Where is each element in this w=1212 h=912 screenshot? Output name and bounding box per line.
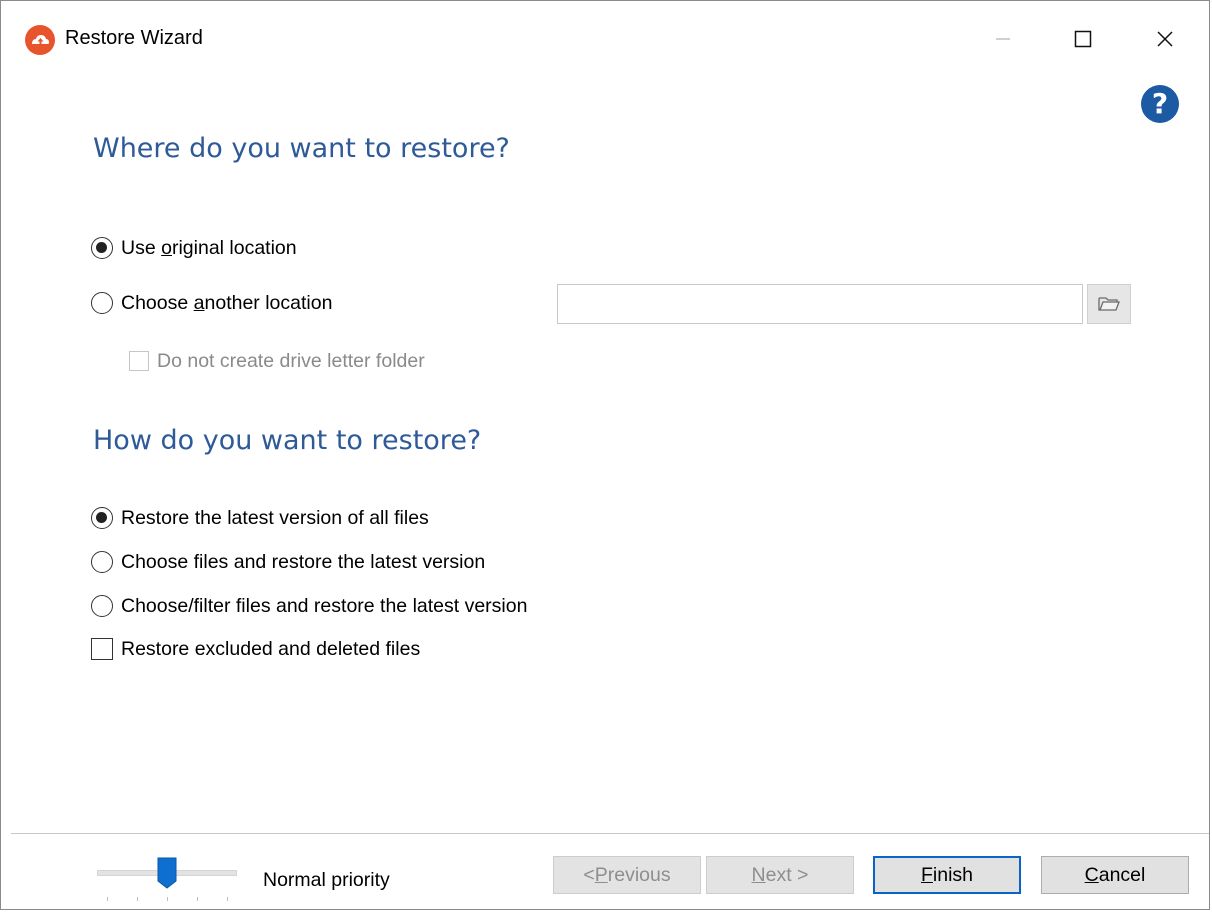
- backup-cloud-icon: [25, 25, 55, 55]
- choose-files-latest-radio[interactable]: [91, 551, 113, 573]
- maximize-icon: [1074, 30, 1092, 48]
- footer-divider: [11, 833, 1209, 834]
- choose-filter-files-latest-option[interactable]: Choose/filter files and restore the late…: [91, 591, 527, 621]
- use-original-location-label: Use original location: [121, 236, 297, 259]
- use-original-location-radio[interactable]: [91, 237, 113, 259]
- choose-another-location-label: Choose another location: [121, 291, 333, 314]
- use-original-location-option[interactable]: Use original location: [91, 233, 297, 263]
- location-heading: Where do you want to restore?: [93, 133, 510, 164]
- restore-method-heading: How do you want to restore?: [93, 425, 482, 456]
- next-button[interactable]: Next >: [706, 856, 854, 894]
- priority-slider-thumb[interactable]: [157, 857, 177, 889]
- no-drive-letter-folder-label: Do not create drive letter folder: [157, 349, 425, 372]
- choose-another-location-option[interactable]: Choose another location: [91, 288, 332, 318]
- previous-button[interactable]: < Previous: [553, 856, 701, 894]
- minimize-button[interactable]: [963, 1, 1043, 77]
- cancel-button[interactable]: Cancel: [1041, 856, 1189, 894]
- title-bar: Restore Wizard: [1, 1, 1209, 77]
- folder-open-icon: [1098, 297, 1120, 311]
- finish-button[interactable]: Finish: [873, 856, 1021, 894]
- help-icon[interactable]: ?: [1141, 85, 1179, 123]
- choose-files-latest-label: Choose files and restore the latest vers…: [121, 550, 486, 573]
- restore-all-latest-radio[interactable]: [91, 507, 113, 529]
- no-drive-letter-folder-option[interactable]: Do not create drive letter folder: [129, 346, 425, 376]
- restore-all-latest-label: Restore the latest version of all files: [121, 506, 429, 529]
- location-path-input[interactable]: [557, 284, 1083, 324]
- choose-another-location-radio[interactable]: [91, 292, 113, 314]
- choose-files-latest-option[interactable]: Choose files and restore the latest vers…: [91, 547, 485, 577]
- choose-filter-files-latest-label: Choose/filter files and restore the late…: [121, 594, 528, 617]
- restore-excluded-deleted-checkbox[interactable]: [91, 638, 113, 660]
- restore-excluded-deleted-option[interactable]: Restore excluded and deleted files: [91, 634, 420, 664]
- restore-excluded-deleted-label: Restore excluded and deleted files: [121, 637, 421, 660]
- restore-wizard-window: Restore Wizard ? Where do you want to re…: [0, 0, 1210, 910]
- priority-slider[interactable]: [95, 857, 239, 907]
- browse-folder-button[interactable]: [1087, 284, 1131, 324]
- close-icon: [1157, 31, 1173, 47]
- maximize-button[interactable]: [1043, 1, 1123, 77]
- choose-filter-files-latest-radio[interactable]: [91, 595, 113, 617]
- priority-label: Normal priority: [263, 869, 390, 891]
- no-drive-letter-folder-checkbox[interactable]: [129, 351, 149, 371]
- minimize-icon: [996, 38, 1010, 40]
- close-button[interactable]: [1125, 1, 1205, 77]
- restore-all-latest-option[interactable]: Restore the latest version of all files: [91, 503, 429, 533]
- window-title: Restore Wizard: [65, 27, 203, 49]
